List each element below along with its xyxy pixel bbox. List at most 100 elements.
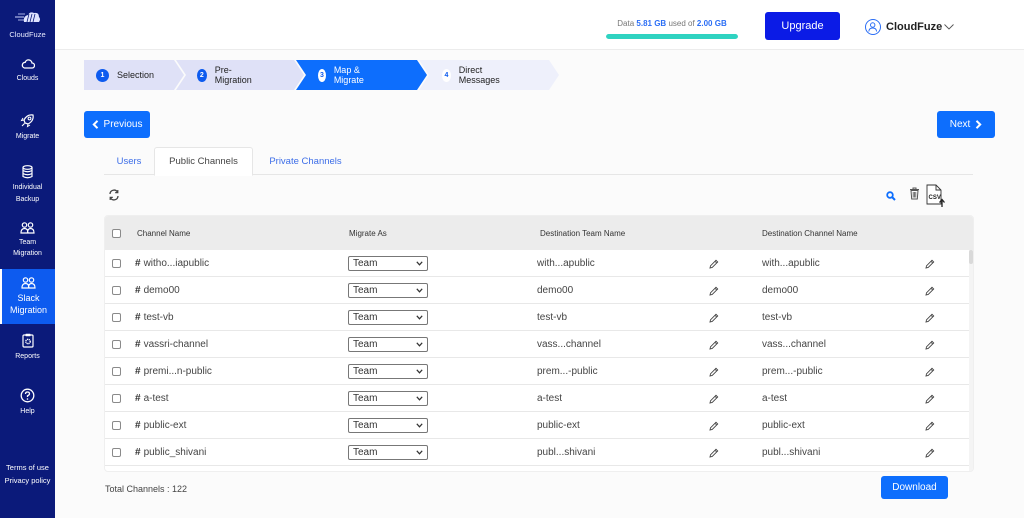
storage-usage-bar	[606, 34, 738, 39]
row-checkbox[interactable]	[112, 448, 121, 457]
table-row: # witho...iapublic Team with...apublic w…	[105, 250, 971, 277]
edit-team-name-pencil-icon[interactable]	[709, 394, 719, 404]
terms-of-use-link[interactable]: Terms of use	[0, 461, 55, 474]
destination-team-cell: public-ext	[537, 420, 580, 431]
channel-name: a-test	[143, 393, 169, 404]
next-button[interactable]: Next	[937, 111, 995, 138]
step-selection[interactable]: 1 Selection	[84, 60, 154, 90]
hash-icon: #	[135, 366, 141, 377]
destination-team-cell: demo00	[537, 285, 574, 296]
row-checkbox[interactable]	[112, 259, 121, 268]
edit-channel-name-pencil-icon[interactable]	[925, 421, 935, 431]
edit-channel-name-pencil-icon[interactable]	[925, 286, 935, 296]
upgrade-button[interactable]: Upgrade	[765, 12, 840, 40]
edit-team-name-pencil-icon[interactable]	[709, 313, 719, 323]
migrate-as-select[interactable]: Team	[348, 391, 428, 406]
edit-channel-name-pencil-icon[interactable]	[925, 448, 935, 458]
sidebar-item-reports[interactable]: Reports	[0, 333, 55, 363]
migrate-as-select[interactable]: Team	[348, 364, 428, 379]
edit-team-name-pencil-icon[interactable]	[709, 448, 719, 458]
migrate-as-value: Team	[353, 258, 378, 269]
edit-team-name-pencil-icon[interactable]	[709, 259, 719, 269]
scrollbar-thumb[interactable]	[969, 250, 973, 264]
sidebar-item-individual-backup[interactable]: Individual Backup	[0, 165, 55, 207]
rocket-icon	[20, 114, 34, 128]
download-button[interactable]: Download	[881, 476, 948, 499]
step-label: Map & Migrate	[333, 65, 364, 85]
row-checkbox[interactable]	[112, 367, 121, 376]
migrate-as-value: Team	[353, 366, 378, 377]
edit-team-name-pencil-icon[interactable]	[709, 340, 719, 350]
privacy-policy-link[interactable]: Privacy policy	[0, 474, 55, 487]
edit-channel-name-pencil-icon[interactable]	[925, 394, 935, 404]
destination-channel-cell: with...apublic	[762, 258, 820, 269]
edit-team-name-pencil-icon[interactable]	[709, 367, 719, 377]
select-all-checkbox[interactable]	[112, 228, 121, 238]
migrate-as-select[interactable]: Team	[348, 418, 428, 433]
csv-export-icon[interactable]: CSV	[926, 184, 948, 208]
row-checkbox[interactable]	[112, 286, 121, 295]
row-checkbox[interactable]	[112, 394, 121, 403]
destination-team-cell: prem...-public	[537, 366, 598, 377]
total-amount: 2.00 GB	[696, 19, 727, 28]
channel-name: witho...iapublic	[143, 258, 210, 269]
destination-team-cell: test-vb	[537, 312, 568, 323]
sidebar-item-team-migration[interactable]: Team Migration	[0, 222, 55, 260]
migrate-as-select[interactable]: Team	[348, 256, 428, 271]
edit-channel-name-pencil-icon[interactable]	[925, 367, 935, 377]
previous-button[interactable]: Previous	[84, 111, 150, 138]
destination-channel-cell: vass...channel	[762, 339, 826, 350]
step-pre-migration[interactable]: 2 Pre-Migration	[185, 60, 255, 90]
destination-team-cell: with...apublic	[537, 258, 595, 269]
edit-channel-name-pencil-icon[interactable]	[925, 340, 935, 350]
sidebar-item-label: Backup	[15, 196, 40, 203]
row-checkbox[interactable]	[112, 340, 121, 349]
table-row: # a-test Team a-test a-test	[105, 385, 971, 412]
refresh-icon[interactable]	[108, 189, 120, 201]
sidebar-item-label: Migration	[13, 250, 42, 257]
migrate-as-select[interactable]: Team	[348, 337, 428, 352]
migrate-as-select[interactable]: Team	[348, 310, 428, 325]
sidebar-item-label: Help	[20, 408, 35, 415]
edit-team-name-pencil-icon[interactable]	[709, 421, 719, 431]
migrate-as-value: Team	[353, 447, 378, 458]
migrate-as-value: Team	[353, 285, 378, 296]
user-menu[interactable]: CloudFuze	[865, 19, 955, 35]
channel-name-cell: # public-ext	[135, 412, 186, 439]
cloud-icon	[21, 59, 35, 69]
sidebar-item-slack-migration[interactable]: Slack Migration	[0, 269, 55, 324]
hash-icon: #	[135, 393, 141, 404]
tab-public-channels[interactable]: Public Channels	[154, 147, 253, 176]
user-avatar-icon	[865, 19, 881, 35]
users-icon	[20, 222, 35, 234]
row-checkbox[interactable]	[112, 313, 121, 322]
sidebar: CloudFuze Clouds Migrate Individual Back…	[0, 0, 55, 518]
edit-channel-name-pencil-icon[interactable]	[925, 313, 935, 323]
chevron-down-icon	[416, 288, 423, 293]
tab-private-channels[interactable]: Private Channels	[253, 147, 358, 175]
trash-icon[interactable]	[909, 187, 920, 200]
migrate-as-select[interactable]: Team	[348, 283, 428, 298]
step-direct-messages[interactable]: 4 Direct Messages	[430, 60, 504, 90]
migrate-as-value: Team	[353, 420, 378, 431]
edit-team-name-pencil-icon[interactable]	[709, 286, 719, 296]
table-header: Channel Name Migrate As Destination Team…	[105, 216, 973, 250]
storage-usage-fill	[606, 34, 738, 39]
tab-users[interactable]: Users	[104, 147, 154, 175]
chevron-right-icon	[976, 120, 982, 129]
channel-name-cell: # vassri-channel	[135, 331, 208, 358]
search-icon[interactable]	[886, 191, 896, 201]
table-row: # demo00 Team demo00 demo00	[105, 277, 971, 304]
table-row: # test-vb Team test-vb test-vb	[105, 304, 971, 331]
table-scrollbar[interactable]	[969, 250, 973, 471]
migrate-as-select[interactable]: Team	[348, 445, 428, 460]
row-checkbox[interactable]	[112, 421, 121, 430]
sidebar-item-clouds[interactable]: Clouds	[0, 58, 55, 90]
step-map-and-migrate[interactable]: 3 Map & Migrate	[306, 60, 369, 90]
users-icon	[21, 277, 36, 289]
sidebar-item-migrate[interactable]: Migrate	[0, 113, 55, 143]
brand-logo[interactable]: CloudFuze	[0, 10, 55, 39]
sidebar-item-help[interactable]: Help	[0, 388, 55, 418]
destination-channel-cell: public-ext	[762, 420, 805, 431]
edit-channel-name-pencil-icon[interactable]	[925, 259, 935, 269]
